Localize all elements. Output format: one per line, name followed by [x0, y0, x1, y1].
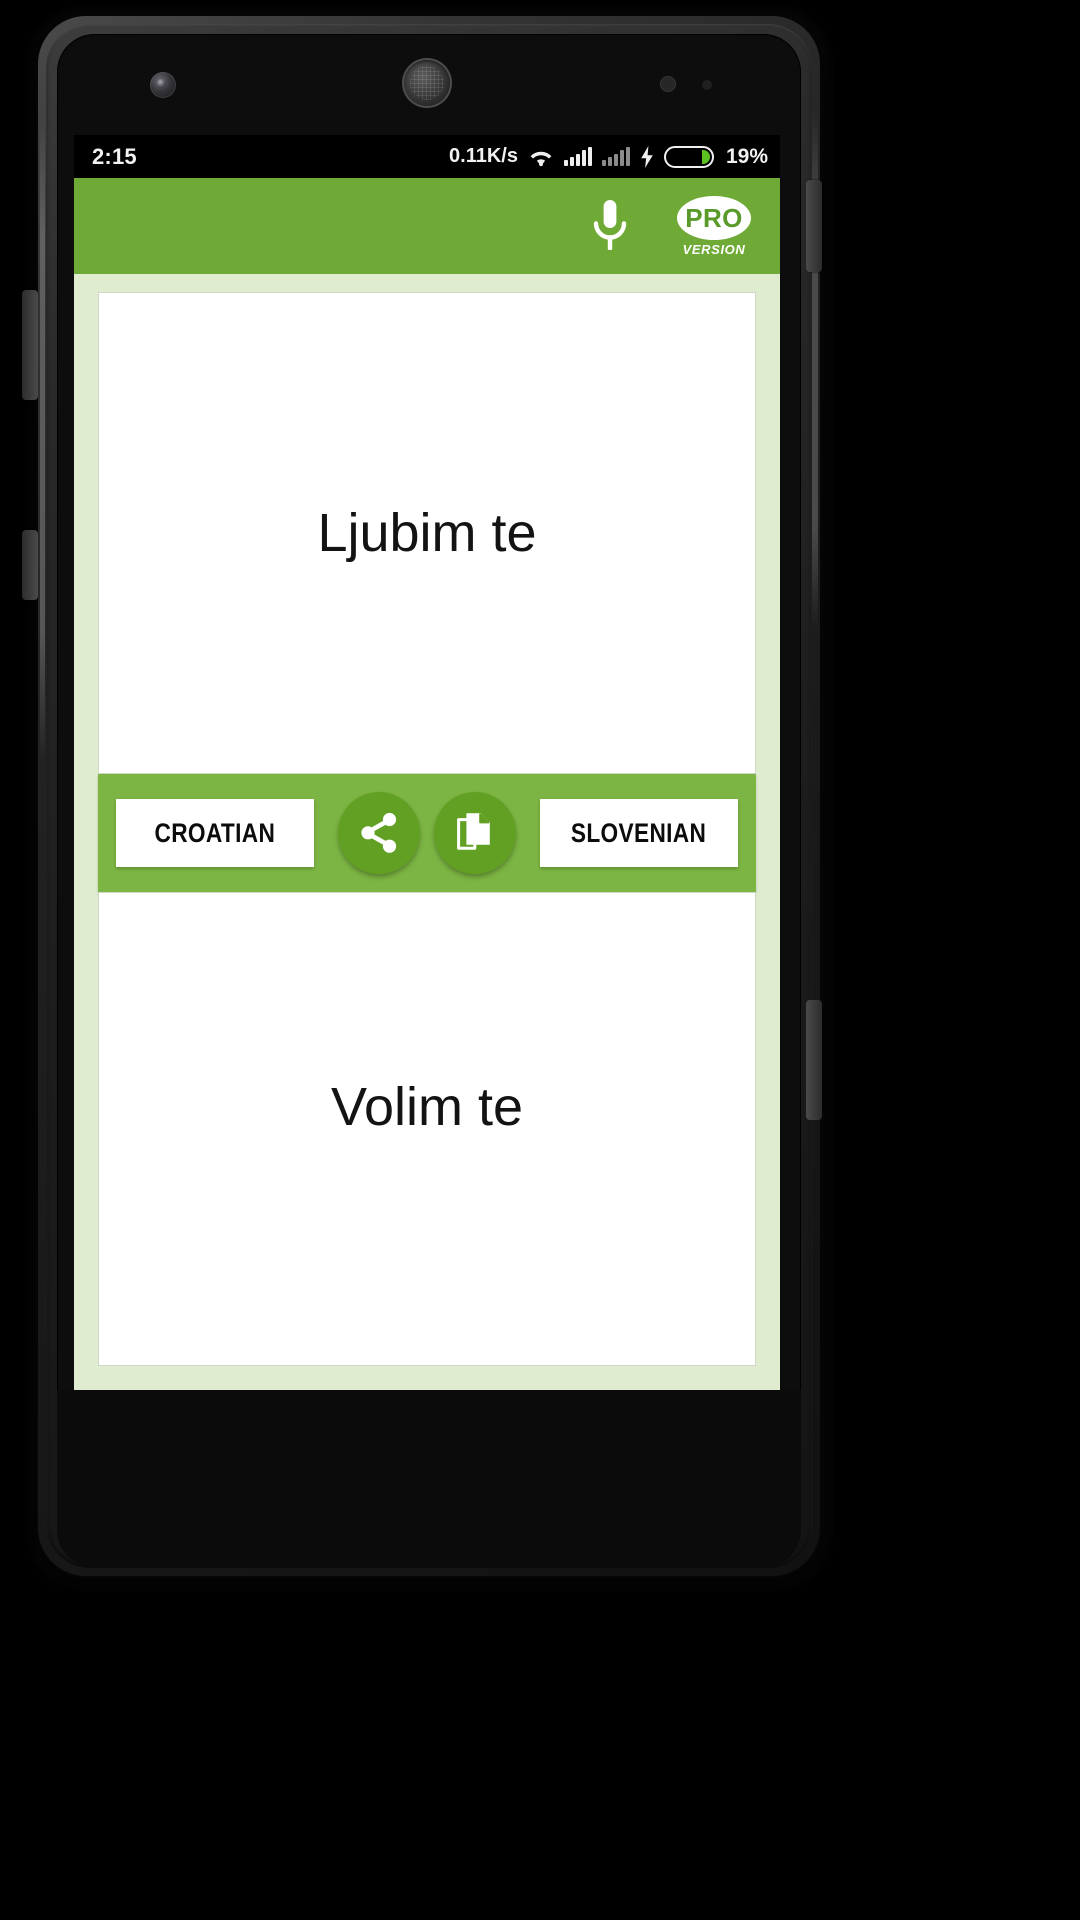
status-bar-time: 2:15 [92, 143, 137, 169]
translation-control-bar: CROATIAN SLOVENIAN [98, 774, 756, 892]
light-sensor [702, 80, 712, 90]
copy-icon [457, 813, 490, 850]
target-language-button[interactable]: SLOVENIAN [540, 799, 738, 867]
power-button-lower[interactable] [806, 1000, 822, 1120]
wifi-icon [530, 151, 552, 166]
phone-edge-highlight-left [40, 120, 45, 760]
signal-bars-icon-sim2 [601, 147, 630, 166]
pro-version-badge[interactable]: PRO VERSION [672, 190, 756, 262]
power-button[interactable] [806, 180, 822, 272]
battery-fill [702, 149, 710, 164]
pro-badge-subtext: VERSION [682, 242, 746, 257]
charging-bolt-icon [641, 145, 653, 168]
network-rate-label: 0.11K/s [449, 145, 518, 167]
app-bar: PRO VERSION [74, 178, 780, 274]
volume-button-up[interactable] [22, 290, 38, 400]
screenshot-stage: 2:15 0.11K/s 19% PRO VERSION Ljubim te C… [0, 0, 1080, 1920]
proximity-sensor [660, 76, 676, 92]
share-button[interactable] [338, 792, 420, 874]
target-language-label: SLOVENIAN [571, 817, 707, 848]
phone-bottom-chin [57, 1390, 801, 1568]
signal-bars-icon-sim1 [563, 147, 592, 166]
volume-button-down[interactable] [22, 530, 38, 600]
source-text-panel[interactable]: Ljubim te [98, 292, 756, 774]
microphone-icon [593, 200, 627, 250]
source-text: Ljubim te [317, 502, 537, 563]
share-icon [361, 812, 397, 853]
pro-badge-text: PRO [685, 203, 743, 233]
target-text-panel[interactable]: Volim te [98, 892, 756, 1366]
target-text: Volim te [330, 1076, 524, 1137]
earpiece-speaker-mesh [410, 66, 444, 100]
status-bar: 2:15 0.11K/s 19% [74, 135, 780, 178]
battery-icon [663, 145, 714, 168]
source-language-button[interactable]: CROATIAN [116, 799, 314, 867]
battery-percent-label: 19% [725, 144, 768, 168]
copy-button[interactable] [434, 792, 516, 874]
app-body: Ljubim te CROATIAN SLOVENIAN Volim te [74, 274, 780, 1390]
status-bar-indicators: 0.11K/s 19% [449, 145, 768, 169]
microphone-button[interactable] [574, 190, 646, 262]
front-camera-lens [157, 79, 166, 88]
phone-screen: 2:15 0.11K/s 19% PRO VERSION Ljubim te C… [74, 135, 780, 1390]
source-language-label: CROATIAN [154, 817, 276, 848]
pro-badge-oval: PRO [677, 196, 751, 240]
